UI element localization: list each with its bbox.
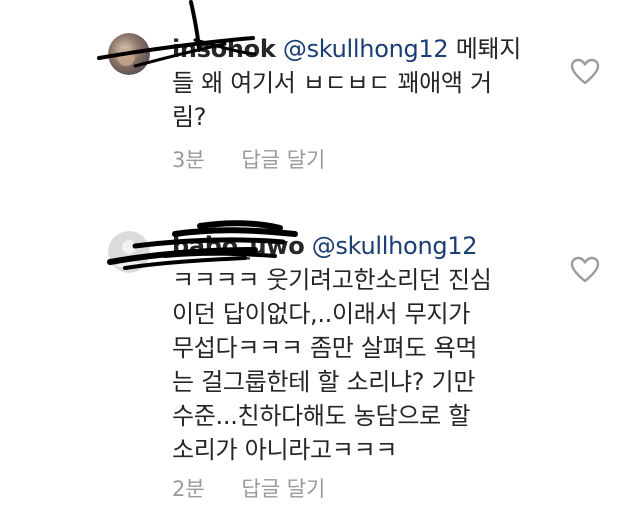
heart-outline-icon[interactable]	[570, 58, 600, 86]
comment-1: insohok @skullhong12 메퇘지 들 왜 여기서 ㅂㄷㅂㄷ 꽤애…	[0, 0, 640, 200]
comment-2-line-4: 무섭다ㅋㅋㅋ 좀만 살펴도 욕먹	[172, 334, 478, 362]
comment-1-text: insohok @skullhong12 메퇘지 들 왜 여기서 ㅂㄷㅂㄷ 꽤애…	[172, 32, 552, 134]
comment-1-meta: 3분 답글 달기	[172, 147, 355, 173]
comment-2-line-6: 수준...친하다해도 농담으로 할	[172, 402, 471, 430]
comment-1-time: 3분	[172, 148, 205, 172]
comment-2-text: babo_uwo @skullhong12 ㅋㅋㅋㅋ 웃기려고한소리던 진심 이…	[172, 229, 552, 467]
comment-1-reply-button[interactable]: 답글 달기	[241, 148, 325, 172]
comment-1-line-1-rest: 메퇘지	[448, 35, 522, 63]
comment-1-mention[interactable]: @skullhong12	[283, 35, 449, 63]
comment-2-line-1: babo_uwo @skullhong12	[172, 229, 552, 263]
comment-2-reply-button[interactable]: 답글 달기	[241, 477, 325, 501]
avatar[interactable]	[108, 231, 150, 273]
comment-2-mention[interactable]: @skullhong12	[312, 232, 478, 260]
comment-2-line-7: 소리가 아니라고ㅋㅋㅋ	[172, 436, 398, 464]
comment-1-line-2: 들 왜 여기서 ㅂㄷㅂㄷ 꽤애액 거	[172, 69, 492, 97]
comment-2: babo_uwo @skullhong12 ㅋㅋㅋㅋ 웃기려고한소리던 진심 이…	[0, 200, 640, 532]
comment-1-username[interactable]: insohok	[172, 35, 276, 63]
comment-2-time: 2분	[172, 477, 205, 501]
comment-2-meta: 2분 답글 달기	[172, 476, 355, 502]
comment-2-line-2: ㅋㅋㅋㅋ 웃기려고한소리던 진심	[172, 266, 492, 294]
comment-1-line-1: insohok @skullhong12 메퇘지	[172, 32, 552, 66]
avatar[interactable]	[108, 33, 150, 75]
comment-2-line-3: 이던 답이없다,..이래서 무지가	[172, 300, 471, 328]
comment-2-username[interactable]: babo_uwo	[172, 232, 305, 260]
comment-1-line-3: 림?	[172, 103, 207, 131]
heart-outline-icon[interactable]	[570, 256, 600, 284]
comment-2-line-5: 는 걸그룹한테 할 소리냐? 기만	[172, 368, 476, 396]
